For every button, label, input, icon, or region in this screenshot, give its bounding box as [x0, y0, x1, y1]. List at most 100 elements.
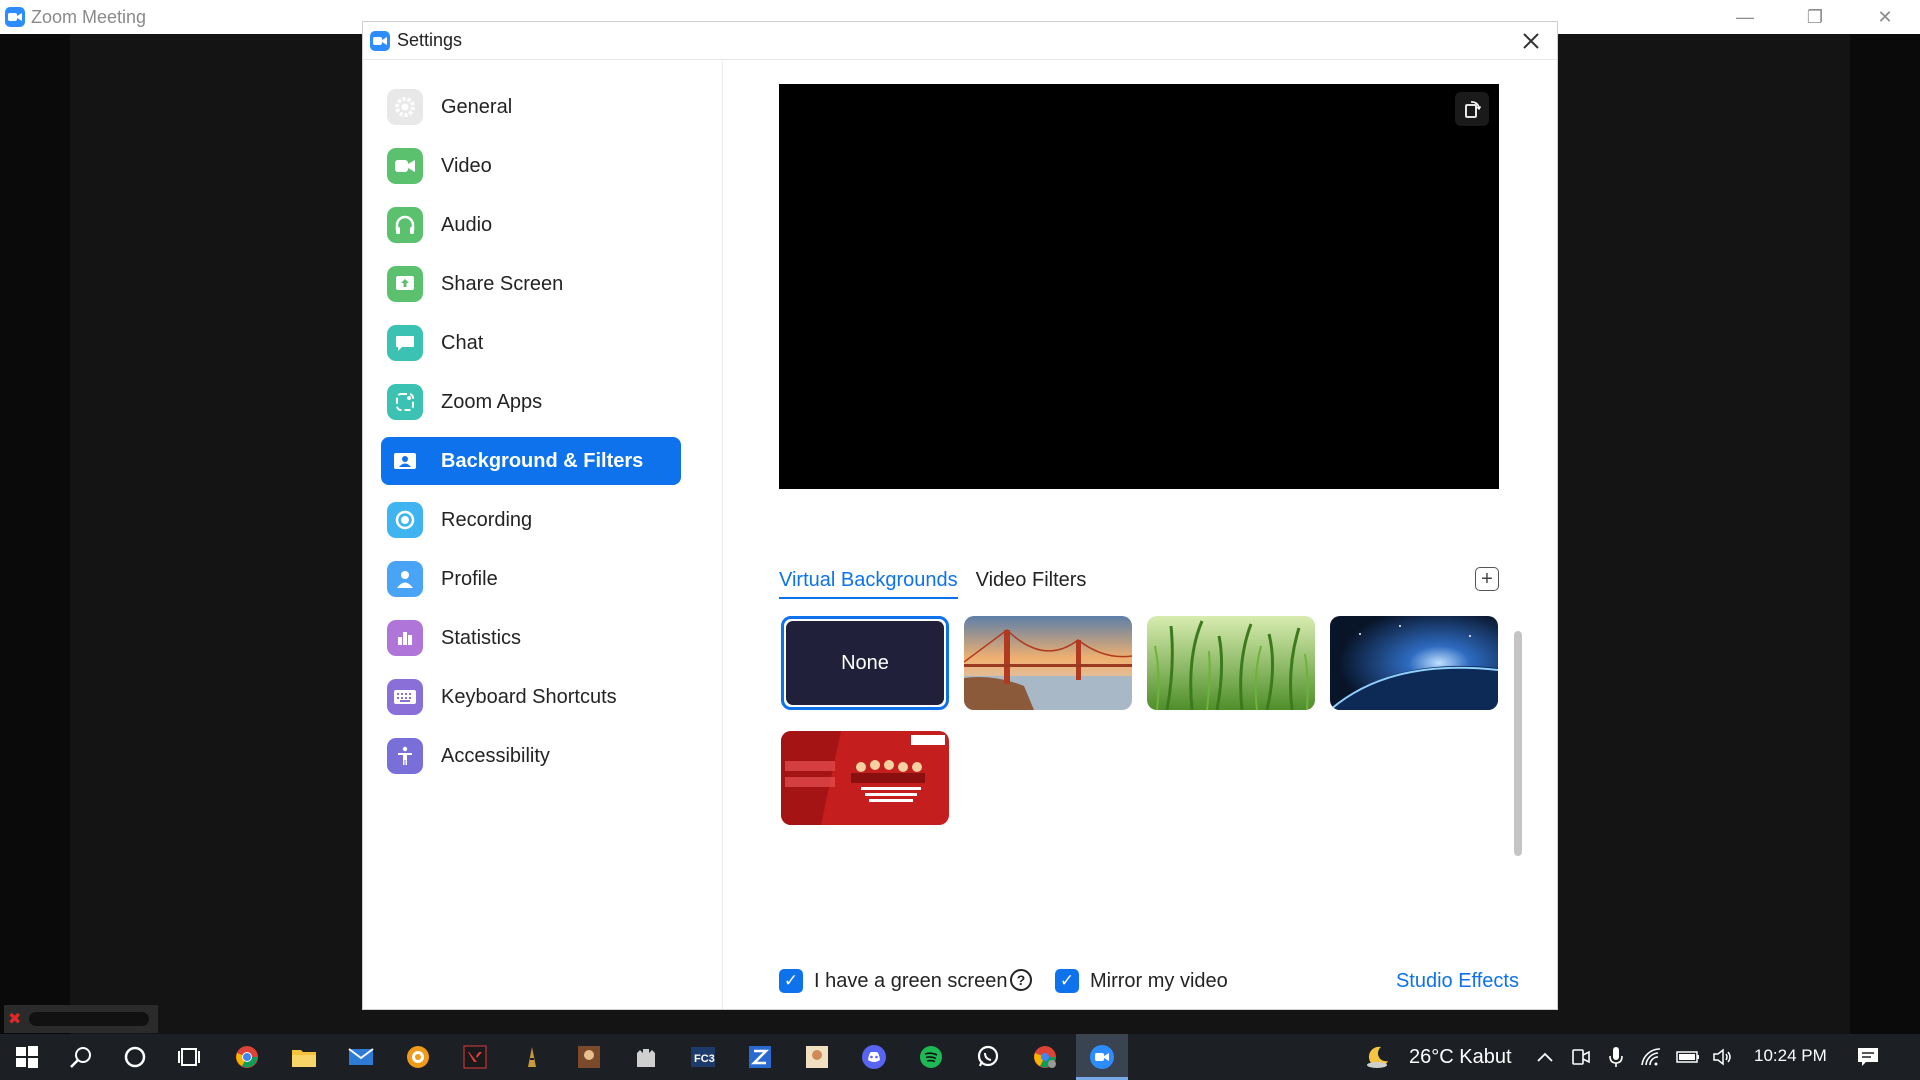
z-app-icon[interactable]: [745, 1042, 775, 1072]
mirror-video-checkbox[interactable]: ✓: [1055, 969, 1079, 993]
add-background-button[interactable]: +: [1475, 567, 1499, 591]
help-icon[interactable]: ?: [1010, 969, 1032, 991]
background-grass[interactable]: [1147, 616, 1315, 710]
green-screen-label: I have a green screen: [814, 970, 1008, 992]
redacted-name: [29, 1012, 150, 1026]
sidebar-item-statistics[interactable]: Statistics: [381, 614, 681, 662]
sidebar-item-recording[interactable]: Recording: [381, 496, 681, 544]
anime-game-icon[interactable]: [802, 1042, 832, 1072]
notification-center-icon[interactable]: [1853, 1042, 1883, 1072]
gear-icon: [387, 89, 423, 125]
restore-button[interactable]: ❐: [1780, 0, 1850, 34]
person-card-icon: [387, 443, 423, 479]
valorant-icon[interactable]: [460, 1042, 490, 1072]
chrome-profile-icon[interactable]: [1030, 1042, 1060, 1072]
wifi-icon[interactable]: [1636, 1042, 1666, 1072]
sidebar-item-background-filters[interactable]: Background & Filters: [381, 437, 681, 485]
sidebar-item-label: General: [441, 95, 513, 118]
sidebar-item-label: Background & Filters: [441, 449, 644, 472]
settings-dialog: Settings General Video Audio Share Scree…: [363, 22, 1557, 1009]
spotify-icon[interactable]: [916, 1042, 946, 1072]
sidebar-item-video[interactable]: Video: [381, 142, 681, 190]
settings-titlebar: Settings: [363, 22, 1557, 60]
media-player-icon[interactable]: [403, 1042, 433, 1072]
fc3-app-icon[interactable]: FC3: [688, 1042, 718, 1072]
settings-sidebar: General Video Audio Share Screen Chat Zo…: [363, 61, 723, 1009]
plus-icon: +: [1481, 568, 1493, 590]
background-tabs: Virtual Backgrounds Video Filters: [779, 569, 1104, 599]
sidebar-item-audio[interactable]: Audio: [381, 201, 681, 249]
zoom-taskbar-icon[interactable]: [1087, 1042, 1117, 1072]
rotate-camera-button[interactable]: [1455, 92, 1489, 126]
cortana-icon[interactable]: [120, 1042, 150, 1072]
microphone-icon[interactable]: [1601, 1042, 1631, 1072]
green-screen-checkbox[interactable]: ✓: [779, 969, 803, 993]
weather-moon-icon[interactable]: [1363, 1042, 1393, 1072]
sidebar-item-keyboard-shortcuts[interactable]: Keyboard Shortcuts: [381, 673, 681, 721]
volume-icon[interactable]: [1708, 1042, 1738, 1072]
chrome-icon[interactable]: [232, 1042, 262, 1072]
bar-chart-icon: [387, 620, 423, 656]
sidebar-item-zoom-apps[interactable]: Zoom Apps: [381, 378, 681, 426]
mirror-video-label: Mirror my video: [1090, 970, 1228, 992]
tray-chevron-up-icon[interactable]: [1530, 1042, 1560, 1072]
background-custom-banner[interactable]: [781, 731, 949, 825]
game-icon[interactable]: [574, 1042, 604, 1072]
windows-start-icon[interactable]: [12, 1042, 42, 1072]
participant-name-tag: ✖: [4, 1005, 158, 1033]
chat-bubble-icon: [387, 325, 423, 361]
sidebar-item-label: Accessibility: [441, 744, 550, 767]
sidebar-item-chat[interactable]: Chat: [381, 319, 681, 367]
search-icon[interactable]: [66, 1042, 96, 1072]
weather-text[interactable]: 26°C Kabut: [1409, 1046, 1512, 1069]
sidebar-item-accessibility[interactable]: Accessibility: [381, 732, 681, 780]
svg-text:FC3: FC3: [694, 1053, 715, 1065]
sidebar-item-share-screen[interactable]: Share Screen: [381, 260, 681, 308]
background-none[interactable]: None: [781, 616, 949, 710]
rotate-icon: [1465, 101, 1482, 118]
minimize-button[interactable]: —: [1710, 0, 1780, 34]
settings-title: Settings: [397, 30, 463, 50]
studio-effects-link[interactable]: Studio Effects: [1396, 970, 1519, 993]
task-view-icon[interactable]: [174, 1042, 204, 1072]
muted-mic-icon: ✖: [8, 1011, 22, 1028]
camera-in-use-icon[interactable]: [1566, 1042, 1596, 1072]
sidebar-item-label: Recording: [441, 508, 533, 531]
video-preview: [779, 84, 1499, 489]
background-grid-scrollbar[interactable]: [1514, 631, 1522, 856]
apps-icon: [387, 384, 423, 420]
game-launcher-icon[interactable]: [517, 1042, 547, 1072]
battery-icon[interactable]: [1672, 1042, 1702, 1072]
sidebar-item-general[interactable]: General: [381, 83, 681, 131]
discord-icon[interactable]: [859, 1042, 889, 1072]
sidebar-item-label: Audio: [441, 213, 493, 236]
share-screen-icon: [387, 266, 423, 302]
mail-icon[interactable]: [346, 1042, 376, 1072]
background-earth[interactable]: [1330, 616, 1498, 710]
sidebar-item-profile[interactable]: Profile: [381, 555, 681, 603]
castle-app-icon[interactable]: [631, 1042, 661, 1072]
video-camera-icon: [387, 148, 423, 184]
zoom-app-icon: [5, 7, 25, 27]
zoom-app-icon: [370, 30, 390, 51]
sidebar-item-label: Chat: [441, 331, 484, 354]
settings-close-button[interactable]: [1517, 27, 1545, 55]
whatsapp-icon[interactable]: [973, 1042, 1003, 1072]
background-options: ✓ I have a green screen ? ✓ Mirror my vi…: [779, 969, 1519, 999]
sidebar-item-label: Keyboard Shortcuts: [441, 685, 617, 708]
sidebar-item-label: Profile: [441, 567, 498, 590]
close-icon: [1523, 33, 1539, 49]
background-golden-gate[interactable]: [964, 616, 1132, 710]
background-none-label: None: [841, 651, 889, 674]
sidebar-item-label: Share Screen: [441, 272, 564, 295]
headphones-icon: [387, 207, 423, 243]
background-filters-panel: Virtual Backgrounds Video Filters + None: [724, 61, 1557, 1009]
clock-time[interactable]: 10:24 PM: [1754, 1046, 1827, 1066]
window-close-button[interactable]: ✕: [1850, 0, 1920, 34]
tab-video-filters[interactable]: Video Filters: [976, 569, 1087, 599]
accessibility-icon: [387, 738, 423, 774]
person-icon: [387, 561, 423, 597]
tab-virtual-backgrounds[interactable]: Virtual Backgrounds: [779, 569, 958, 599]
file-explorer-icon[interactable]: [289, 1042, 319, 1072]
sidebar-item-label: Statistics: [441, 626, 522, 649]
